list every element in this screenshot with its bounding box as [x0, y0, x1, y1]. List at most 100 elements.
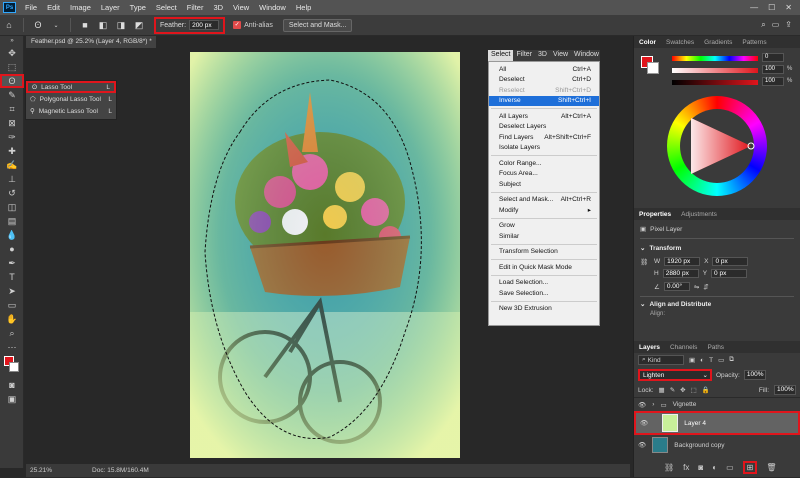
tab-paths[interactable]: Paths	[702, 344, 729, 351]
type-tool-icon[interactable]: T	[0, 270, 24, 284]
saturation-slider[interactable]	[672, 68, 758, 73]
hand-tool-icon[interactable]: ✋	[0, 312, 24, 326]
y-field[interactable]: 0 px	[711, 269, 748, 278]
x-field[interactable]: 0 px	[712, 257, 749, 266]
tab-gradients[interactable]: Gradients	[699, 39, 737, 46]
menu-item-all-layers[interactable]: All Layers Alt+Ctrl+A	[489, 111, 599, 122]
menu-view[interactable]: View	[228, 3, 254, 12]
menu-filter[interactable]: Filter	[182, 3, 209, 12]
brightness-value[interactable]: 100	[762, 77, 784, 86]
tab-properties[interactable]: Properties	[634, 211, 676, 218]
add-selection-icon[interactable]: ◧	[96, 18, 110, 32]
document-tab[interactable]: Feather.psd @ 25.2% (Layer 4, RGB/8*) *	[26, 36, 156, 48]
pen-tool-icon[interactable]: ✒	[0, 256, 24, 270]
menu-edit[interactable]: Edit	[42, 3, 65, 12]
flip-vertical-icon[interactable]: ⇵	[703, 283, 708, 291]
document-canvas[interactable]	[190, 52, 460, 458]
filter-shape-icon[interactable]: ▭	[718, 356, 724, 364]
chevron-down-icon[interactable]: ⌄	[640, 300, 645, 308]
move-tool-icon[interactable]: ✥	[0, 46, 24, 60]
menu-layer[interactable]: Layer	[96, 3, 125, 12]
link-icon[interactable]: ⛓	[640, 258, 650, 266]
tab-layers[interactable]: Layers	[634, 344, 665, 351]
menu-window[interactable]: Window	[254, 3, 291, 12]
magnetic-lasso-tool-item[interactable]: ⚲ Magnetic Lasso Tool L	[26, 105, 116, 117]
filter-type-icon[interactable]: T	[709, 357, 713, 364]
lasso-preset-icon[interactable]: ʘ	[31, 18, 45, 32]
menu-item-similar[interactable]: Similar	[489, 231, 599, 242]
menu-3d[interactable]: 3D	[535, 50, 550, 61]
flip-horizontal-icon[interactable]: ⇋	[694, 283, 699, 291]
opacity-field[interactable]: 100%	[743, 370, 766, 380]
menu-item-isolate-layers[interactable]: Isolate Layers	[489, 143, 599, 154]
menu-type[interactable]: Type	[125, 3, 151, 12]
visibility-eye-icon[interactable]: 👁	[638, 401, 646, 409]
color-swatches[interactable]	[0, 354, 23, 378]
new-layer-icon[interactable]: ⊞	[742, 460, 758, 474]
angle-field[interactable]: 0.00°	[663, 282, 690, 291]
healing-tool-icon[interactable]: ✚	[0, 144, 24, 158]
chevron-down-icon[interactable]: ⌄	[49, 18, 63, 32]
menu-item-new-3d-extrusion[interactable]: New 3D Extrusion	[489, 304, 599, 315]
screen-mode-icon[interactable]: ▣	[0, 392, 24, 406]
menu-item-edit-in-quick-mask-mode[interactable]: Edit in Quick Mask Mode	[489, 262, 599, 273]
share-icon[interactable]: ⇪	[785, 20, 792, 30]
tab-color[interactable]: Color	[634, 39, 661, 46]
brightness-slider[interactable]	[672, 80, 758, 85]
menu-item-all[interactable]: All Ctrl+A	[489, 64, 599, 75]
close-icon[interactable]: ✕	[785, 3, 792, 12]
background-color-swatch[interactable]	[647, 62, 659, 74]
layer-row-background-copy[interactable]: 👁 Background copy	[634, 435, 800, 455]
intersect-selection-icon[interactable]: ◩	[132, 18, 146, 32]
lock-transparent-icon[interactable]: ▦	[659, 386, 665, 394]
tab-swatches[interactable]: Swatches	[661, 39, 699, 46]
saturation-value[interactable]: 100	[762, 65, 784, 74]
lock-artboard-icon[interactable]: ⬚	[691, 386, 697, 394]
select-and-mask-button[interactable]: Select and Mask...	[282, 18, 353, 32]
layer-row-layer-4[interactable]: 👁 Layer 4	[634, 411, 800, 435]
hue-value[interactable]: 0	[762, 53, 784, 62]
menu-item-transform-selection[interactable]: Transform Selection	[489, 247, 599, 258]
menu-item-modify[interactable]: Modify ▸	[489, 205, 599, 216]
fx-icon[interactable]: fx	[683, 463, 689, 472]
lasso-tool-icon[interactable]: ʘ	[0, 74, 24, 88]
height-field[interactable]: 2880 px	[662, 269, 699, 278]
brush-tool-icon[interactable]: ✍	[0, 158, 24, 172]
crop-tool-icon[interactable]: ⌗	[0, 102, 24, 116]
menu-select[interactable]: Select	[151, 3, 182, 12]
polygonal-lasso-tool-item[interactable]: ⬠ Polygonal Lasso Tool L	[26, 93, 116, 105]
history-brush-icon[interactable]: ↺	[0, 186, 24, 200]
more-tools-icon[interactable]: ⋯	[0, 340, 24, 354]
menu-window[interactable]: Window	[571, 50, 602, 61]
background-color[interactable]	[9, 362, 19, 372]
width-field[interactable]: 1920 px	[664, 257, 701, 266]
maximize-icon[interactable]: ☐	[768, 3, 775, 12]
lock-all-icon[interactable]: 🔒	[702, 386, 710, 394]
hue-slider[interactable]	[672, 56, 758, 61]
color-wheel[interactable]	[667, 96, 767, 196]
menu-filter[interactable]: Filter	[513, 50, 535, 61]
delete-layer-icon[interactable]: 🗑	[766, 463, 776, 472]
menu-item-color-range[interactable]: Color Range...	[489, 158, 599, 169]
zoom-tool-icon[interactable]: ⌕	[0, 326, 24, 340]
menu-select-open[interactable]: Select	[488, 50, 514, 61]
eraser-tool-icon[interactable]: ◫	[0, 200, 24, 214]
menu-3d[interactable]: 3D	[208, 3, 228, 12]
blend-mode-select[interactable]: Lighten ⌄	[638, 369, 712, 381]
search-icon[interactable]: ⌕	[761, 20, 765, 30]
gradient-tool-icon[interactable]: ▤	[0, 214, 24, 228]
menu-item-grow[interactable]: Grow	[489, 221, 599, 232]
eyedropper-tool-icon[interactable]: ✑	[0, 130, 24, 144]
zoom-level[interactable]: 25.21%	[30, 467, 52, 474]
filter-adjustment-icon[interactable]: ◐	[700, 357, 704, 364]
workspace-icon[interactable]: ▭	[772, 20, 780, 30]
menu-item-find-layers[interactable]: Find Layers Alt+Shift+Ctrl+F	[489, 132, 599, 143]
lock-position-icon[interactable]: ✥	[680, 386, 685, 394]
visibility-eye-icon[interactable]: 👁	[640, 419, 648, 427]
new-selection-icon[interactable]: ■	[78, 18, 92, 32]
layer-row-vignette[interactable]: 👁 › ▭ Vignette	[634, 397, 800, 411]
kind-filter[interactable]: ⌕ Kind	[638, 355, 684, 365]
adjustment-layer-icon[interactable]: ◐	[712, 463, 717, 472]
menu-view[interactable]: View	[550, 50, 571, 61]
menu-image[interactable]: Image	[65, 3, 96, 12]
